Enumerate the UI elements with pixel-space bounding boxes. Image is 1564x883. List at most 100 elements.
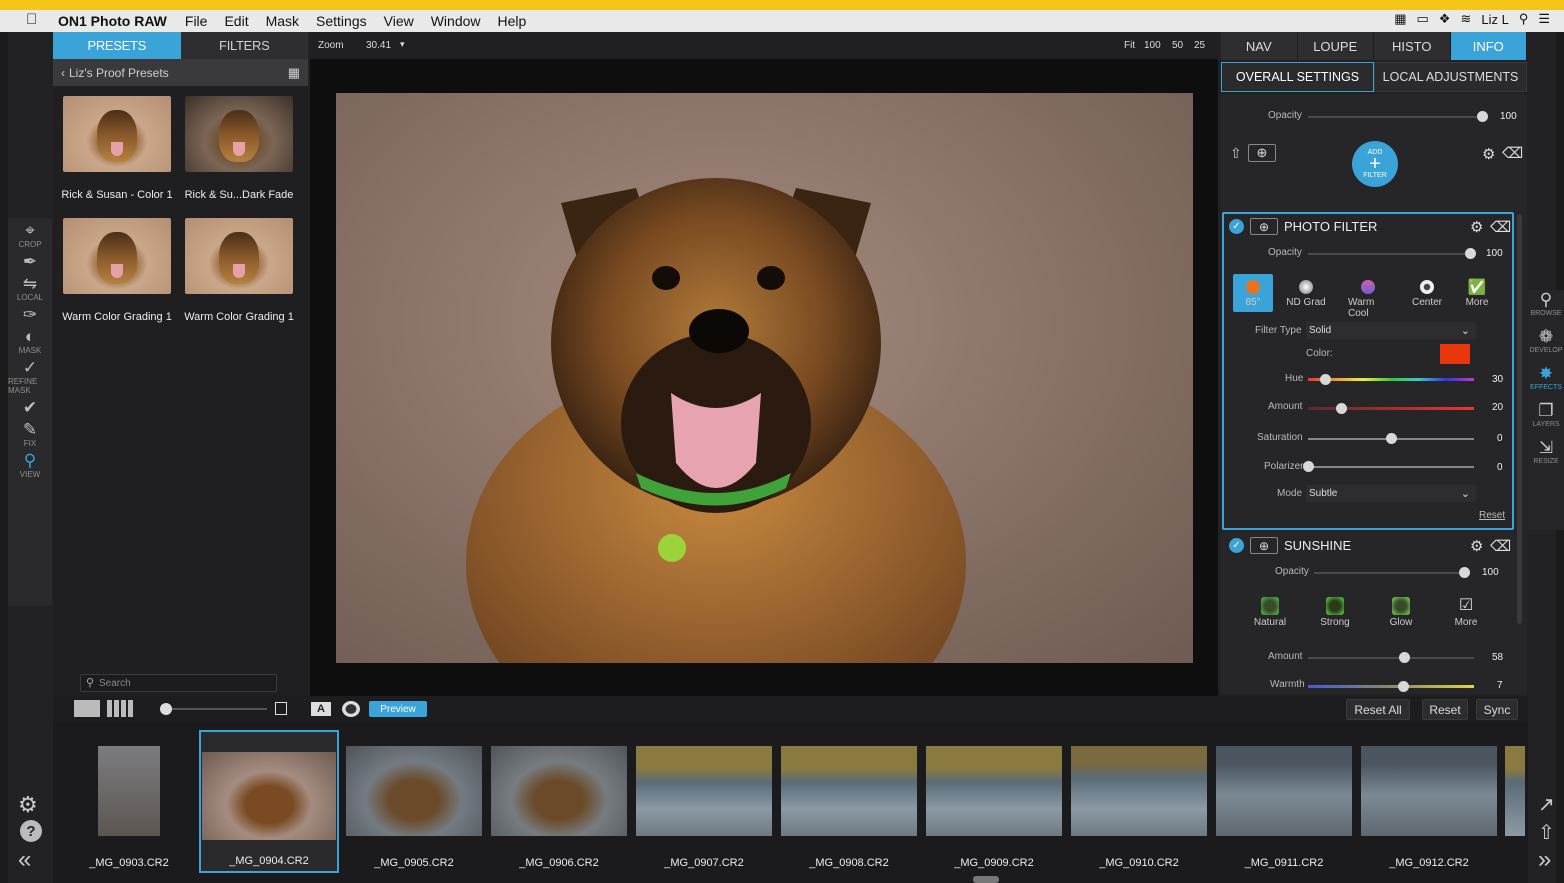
gear-icon[interactable]: ⚙ [18,792,38,818]
pf-preset-more[interactable]: ✅ More [1457,278,1497,308]
reset-button[interactable]: Reset [1422,699,1468,720]
tab-loupe[interactable]: LOUPE [1297,32,1374,60]
filter-type-select[interactable]: Solid ⌄ [1306,322,1476,339]
panel-scrollbar[interactable] [1517,214,1522,624]
preset-item[interactable]: Rick & Susan - Color 1 [57,96,177,218]
screen-icon[interactable]: ▦ [1394,11,1406,27]
sunshine-trash-icon[interactable]: ⌫ [1490,537,1511,555]
main-photo[interactable] [336,93,1193,663]
module-effects[interactable]: ✸ EFFECTS [1528,364,1564,391]
export-icon[interactable]: ⇧ [1230,145,1242,162]
sun-preset-glow[interactable]: Glow [1381,597,1421,628]
tab-overall-settings[interactable]: OVERALL SETTINGS [1221,62,1374,92]
film-item[interactable]: _MG_0909.CR2 [924,730,1064,873]
app-name-menu[interactable]: ON1 Photo RAW [58,13,167,29]
film-thumbnail-partial[interactable] [1505,746,1525,836]
sun-opacity-knob[interactable] [1459,567,1470,578]
back-chevron-icon[interactable]: ‹ [61,66,65,80]
preset-search-input[interactable]: ⚲ Search [80,674,277,692]
zoom-value[interactable]: 30.41 [366,40,391,51]
pf-preset-warm-cool[interactable]: Warm Cool [1348,280,1388,319]
zoom-50[interactable]: 50 [1172,40,1183,51]
preview-button[interactable]: Preview [369,701,427,717]
reset-link[interactable]: Reset [1479,510,1505,521]
tool-local[interactable]: ⇋ LOCAL [8,271,52,303]
tool-fix[interactable]: ✎ FIX [8,417,52,449]
mode-select[interactable]: Subtle ⌄ [1306,485,1476,502]
tool-brush[interactable]: ✒ [8,249,52,271]
zoom-100[interactable]: 100 [1144,40,1161,51]
collapse-left-icon[interactable]: « [18,846,31,874]
sun-preset-natural[interactable]: Natural [1250,597,1290,628]
tool-retouch[interactable]: ✔ [8,395,52,417]
overall-opacity-knob[interactable] [1477,111,1488,122]
filter-trash-icon[interactable]: ⌫ [1490,218,1511,236]
menu-mask[interactable]: Mask [266,13,299,29]
sun-opacity-slider[interactable] [1314,572,1464,574]
preset-item[interactable]: Warm Color Grading 1 [179,218,299,340]
zoom-25[interactable]: 25 [1194,40,1205,51]
thumb-size-knob[interactable] [160,703,172,715]
film-item[interactable]: _MG_0906.CR2 [489,730,629,873]
sunshine-gear-icon[interactable]: ⚙ [1470,537,1483,555]
single-view-icon[interactable] [74,700,100,717]
sun-preset-more[interactable]: ☑ More [1446,597,1486,628]
film-item[interactable]: _MG_0911.CR2 [1214,730,1354,873]
preset-item[interactable]: Warm Color Grading 1 [57,218,177,340]
tab-presets[interactable]: PRESETS [53,32,181,59]
tool-mask[interactable]: ◐ MASK [8,324,52,356]
add-layer-icon[interactable]: ⊕ [1248,144,1276,162]
amount-slider[interactable] [1308,407,1474,410]
film-item-selected[interactable]: _MG_0904.CR2 [199,730,339,873]
sun-preset-strong[interactable]: Strong [1315,597,1355,628]
share-icon[interactable]: ↗ [1538,792,1555,817]
export-share-icon[interactable]: ⇧ [1538,820,1555,845]
apple-logo-icon[interactable]:  [26,11,37,28]
sun-warmth-knob[interactable] [1397,681,1409,692]
preset-breadcrumb[interactable]: ‹ Liz's Proof Presets ▦ [53,59,308,86]
tab-filters[interactable]: FILTERS [180,32,308,59]
menu-file[interactable]: File [185,13,208,29]
module-layers[interactable]: ❐ LAYERS [1528,401,1564,428]
zoom-fit[interactable]: Fit [1124,40,1135,51]
hue-slider[interactable] [1308,378,1474,381]
tool-masking-brush[interactable]: ✑ [8,302,52,324]
large-thumb-icon[interactable] [275,702,287,715]
add-filter-button[interactable]: ADD + FILTER [1352,141,1398,187]
filter-gear-icon[interactable]: ⚙ [1470,218,1483,236]
saturation-knob[interactable] [1386,433,1397,444]
sync-button[interactable]: Sync [1476,699,1518,720]
grid-view-toggle-icon[interactable] [107,700,133,717]
mask-view-icon[interactable] [342,701,360,717]
filmstrip-scroll-handle[interactable] [973,876,999,883]
filter-options-icon[interactable]: ⊕ [1250,537,1278,554]
tool-view[interactable]: ⚲ VIEW [8,448,52,480]
tool-refine-mask[interactable]: ✓ REFINE MASK [8,355,52,396]
help-icon[interactable]: ? [20,820,42,842]
tab-info[interactable]: INFO [1450,32,1527,60]
filter-options-icon[interactable]: ⊕ [1250,218,1278,235]
sun-warmth-slider[interactable] [1308,685,1474,688]
tab-nav[interactable]: NAV [1221,32,1298,60]
film-item[interactable]: _MG_0903.CR2 [59,730,199,873]
menu-help[interactable]: Help [498,13,527,29]
grid-view-icon[interactable]: ▦ [288,65,300,81]
enable-check-icon[interactable]: ✓ [1229,538,1244,553]
preset-item[interactable]: Rick & Su...Dark Fade [179,96,299,218]
film-item[interactable]: _MG_0912.CR2 [1359,730,1499,873]
menu-settings[interactable]: Settings [316,13,367,29]
polarizer-knob[interactable] [1303,461,1314,472]
film-item[interactable]: _MG_0908.CR2 [779,730,919,873]
module-browse[interactable]: ⚲ BROWSE [1528,290,1564,317]
settings-gear-icon[interactable]: ⚙ [1482,145,1495,163]
film-item[interactable]: _MG_0910.CR2 [1069,730,1209,873]
notification-list-icon[interactable]: ☰ [1538,11,1550,27]
menu-edit[interactable]: Edit [224,13,248,29]
tab-local-adjustments[interactable]: LOCAL ADJUSTMENTS [1374,62,1527,92]
pf-preset-85[interactable]: 85° [1233,280,1273,308]
collapse-right-icon[interactable]: » [1538,846,1551,874]
pf-preset-nd-grad[interactable]: ND Grad [1286,280,1326,308]
module-resize[interactable]: ⇲ RESIZE [1528,438,1564,465]
zoom-dropdown-icon[interactable]: ▾ [400,39,405,50]
overall-opacity-slider[interactable] [1308,116,1482,118]
